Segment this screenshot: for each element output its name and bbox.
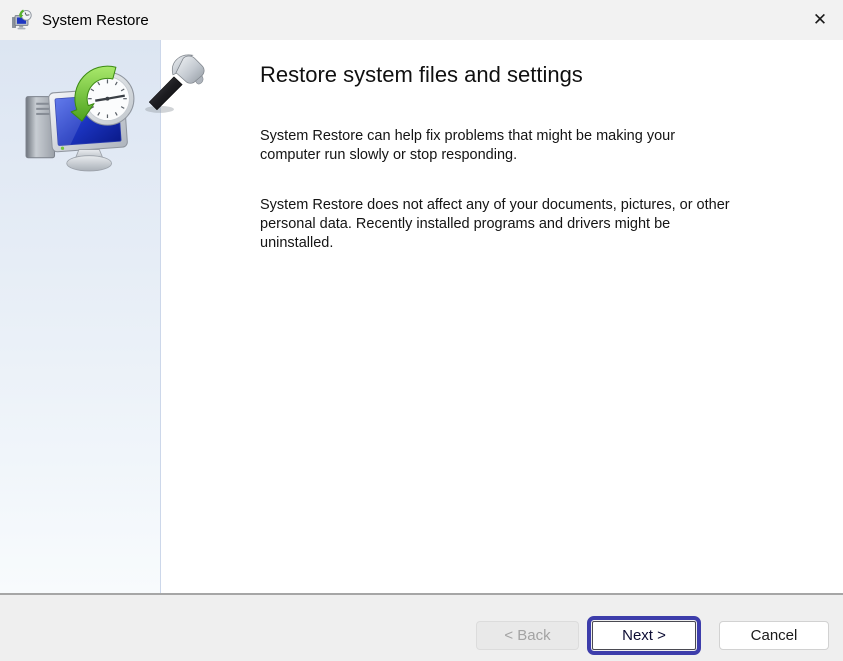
wizard-button-bar — [0, 593, 843, 661]
cancel-button[interactable]: Cancel — [719, 621, 829, 650]
wizard-content-area — [161, 40, 843, 593]
body-paragraph-1: System Restore can help fix problems tha… — [260, 128, 676, 164]
hammer-icon — [142, 50, 208, 114]
titlebar: System Restore ✕ — [0, 0, 843, 40]
system-restore-app-icon — [11, 9, 33, 31]
system-restore-window: System Restore ✕ Restore system files an… — [0, 0, 843, 661]
page-title: Restore system files and settings — [260, 62, 583, 87]
back-button: < Back — [476, 621, 579, 650]
next-button[interactable]: Next > — [587, 616, 701, 655]
close-icon[interactable]: ✕ — [797, 0, 843, 40]
window-title: System Restore — [42, 11, 149, 29]
body-paragraph-2: System Restore does not affect any of yo… — [260, 197, 730, 252]
system-restore-illustration-icon — [24, 60, 138, 174]
